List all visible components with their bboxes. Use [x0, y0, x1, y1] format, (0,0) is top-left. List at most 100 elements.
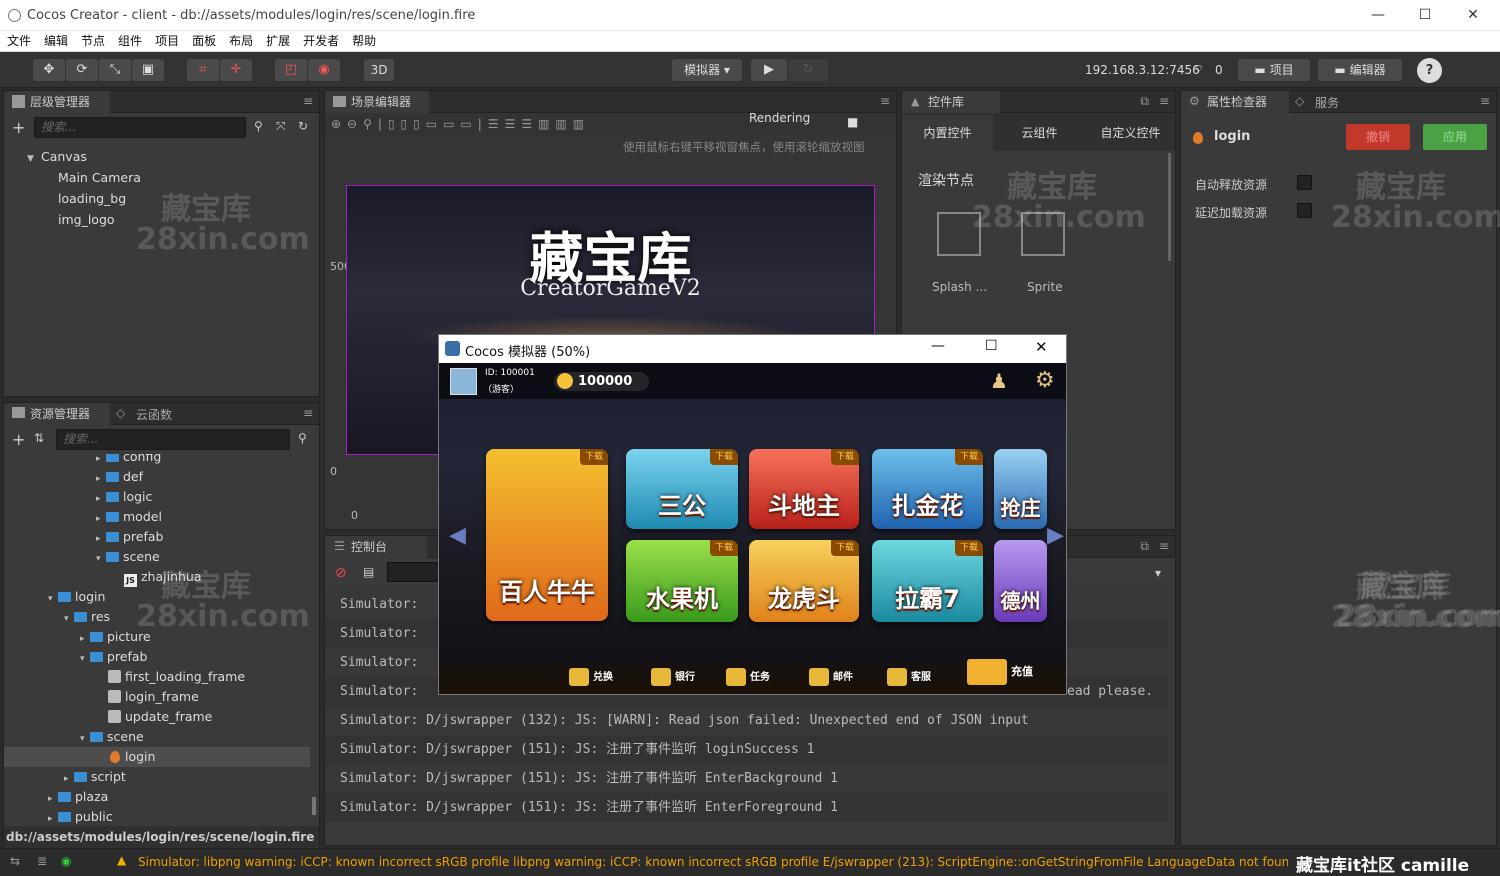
- menu-project[interactable]: 项目: [148, 31, 185, 52]
- hierarchy-search-input[interactable]: 搜索...: [34, 117, 246, 138]
- assets-scrollbar[interactable]: [312, 797, 316, 815]
- exchange-button[interactable]: 兑换: [569, 668, 613, 688]
- sprite-widget-icon[interactable]: [1021, 212, 1065, 256]
- snap-icon[interactable]: ◰: [275, 59, 307, 81]
- asset-folder-prefab[interactable]: ▸ prefab: [96, 527, 164, 547]
- game-tile-qiangzhuang[interactable]: 抢庄: [994, 449, 1047, 529]
- lazy-load-checkbox[interactable]: [1297, 203, 1312, 218]
- 3d-toggle-button[interactable]: 3D: [364, 59, 394, 81]
- game-tile-laba7[interactable]: 下载 拉霸7: [872, 540, 983, 622]
- rect-tool-icon[interactable]: ▣: [132, 59, 164, 81]
- move-tool-icon[interactable]: ✥: [33, 59, 65, 81]
- asset-prefab-login-frame[interactable]: login_frame: [108, 687, 199, 707]
- assets-search-input[interactable]: 搜索...: [56, 429, 290, 450]
- close-button[interactable]: ✕: [1450, 0, 1496, 31]
- game-tile-bairen-niuniu[interactable]: 下载 百人牛牛: [486, 449, 608, 621]
- asset-folder-model[interactable]: ▸ model: [96, 507, 162, 527]
- minimize-button[interactable]: —: [1355, 0, 1401, 31]
- clear-console-icon[interactable]: ⊘: [335, 565, 347, 581]
- asset-prefab-first-loading-frame[interactable]: first_loading_frame: [108, 667, 245, 687]
- asset-folder-scene[interactable]: ▾ scene: [96, 547, 160, 567]
- menu-help[interactable]: 帮助: [345, 31, 382, 52]
- panel-menu-icon[interactable]: ≡: [303, 94, 313, 108]
- menu-component[interactable]: 组件: [111, 31, 148, 52]
- menu-edit[interactable]: 编辑: [37, 31, 74, 52]
- tree-item-canvas[interactable]: ▼ Canvas: [27, 147, 87, 167]
- service-button[interactable]: 客服: [887, 668, 931, 688]
- open-editor-button[interactable]: ▬ 编辑器: [1318, 59, 1402, 81]
- scale-tool-icon[interactable]: ⤡: [99, 59, 131, 81]
- mail-button[interactable]: 邮件: [809, 668, 853, 688]
- asset-folder-picture[interactable]: ▸ picture: [80, 627, 151, 647]
- open-log-icon[interactable]: ▤: [363, 565, 374, 579]
- asset-folder-script[interactable]: ▸ script: [64, 767, 126, 787]
- widget-scrollbar[interactable]: [1168, 153, 1171, 261]
- maximize-button[interactable]: ☐: [1402, 0, 1448, 31]
- simulator-select[interactable]: 模拟器 ▾: [672, 59, 742, 81]
- game-tile-longhudou[interactable]: 下载 龙虎斗: [749, 540, 859, 622]
- asset-folder-config[interactable]: ▸ config: [96, 454, 161, 467]
- tree-item-loading-bg[interactable]: loading_bg: [58, 189, 126, 209]
- asset-folder-public[interactable]: ▸ public: [48, 807, 113, 827]
- menu-developer[interactable]: 开发者: [296, 31, 345, 52]
- panel-menu-icon[interactable]: ≡: [303, 406, 313, 420]
- menu-layout[interactable]: 布局: [222, 31, 259, 52]
- popout-icon[interactable]: ⧉: [1140, 94, 1149, 109]
- play-button[interactable]: ▶: [751, 59, 787, 81]
- panel-menu-icon[interactable]: ≡: [1159, 94, 1169, 108]
- game-tile-dezhou[interactable]: 德州: [994, 540, 1047, 622]
- tree-item-main-camera[interactable]: Main Camera: [58, 168, 141, 188]
- menu-file[interactable]: 文件: [0, 31, 37, 52]
- subtab-builtin[interactable]: 内置控件: [902, 115, 993, 151]
- scroll-left-icon[interactable]: ◀: [449, 523, 466, 548]
- asset-folder-def[interactable]: ▸ def: [96, 467, 143, 487]
- asset-folder-scene-2[interactable]: ▾ scene: [80, 727, 144, 747]
- subtab-cloud[interactable]: 云组件: [994, 115, 1085, 151]
- tree-item-img-logo[interactable]: img_logo: [58, 210, 115, 230]
- scroll-right-icon[interactable]: ▶: [1047, 523, 1064, 548]
- panel-menu-icon[interactable]: ≡: [1480, 94, 1490, 108]
- pivot-icon[interactable]: ⌗: [187, 59, 219, 81]
- asset-scene-login[interactable]: login: [110, 747, 155, 767]
- sim-minimize-button[interactable]: —: [931, 338, 945, 354]
- refresh-button[interactable]: ↻: [788, 59, 828, 81]
- asset-folder-plaza[interactable]: ▸ plaza: [48, 787, 108, 807]
- camera-icon[interactable]: ■: [847, 115, 858, 129]
- avatar[interactable]: [450, 368, 477, 395]
- add-node-icon[interactable]: +: [12, 118, 25, 137]
- open-project-button[interactable]: ▬ 项目: [1238, 59, 1310, 81]
- game-tile-doudizhu[interactable]: 下载 斗地主: [749, 449, 859, 529]
- game-tile-sangong[interactable]: 下载 三公: [626, 449, 738, 529]
- sim-maximize-button[interactable]: ☐: [985, 338, 998, 354]
- scene-align-toolbar[interactable]: ⊕⊖⚲|▯▯▯▭▭▭|☰☰☰▥▥▥: [325, 113, 896, 135]
- add-asset-icon[interactable]: +: [12, 430, 25, 449]
- database-icon[interactable]: ≣: [37, 854, 47, 868]
- asset-js-zhajinhua[interactable]: JS zhajinhua: [124, 567, 202, 587]
- search-icon[interactable]: ⚲: [298, 431, 307, 445]
- tab-cloud-function[interactable]: 云函数: [136, 406, 172, 423]
- asset-folder-prefab-2[interactable]: ▾ prefab: [80, 647, 148, 667]
- gizmo-icon[interactable]: ◉: [308, 59, 340, 81]
- subtab-custom[interactable]: 自定义控件: [1086, 115, 1175, 151]
- sim-close-button[interactable]: ✕: [1035, 338, 1048, 356]
- bank-button[interactable]: 银行: [651, 668, 695, 688]
- asset-folder-login[interactable]: ▾ login: [48, 587, 105, 607]
- collapse-icon[interactable]: ⤧: [276, 119, 286, 134]
- sort-icon[interactable]: ⇅: [34, 431, 44, 445]
- popout-icon[interactable]: ⧉: [1140, 539, 1149, 554]
- customer-icon[interactable]: ♟: [990, 369, 1008, 393]
- menu-extension[interactable]: 扩展: [259, 31, 296, 52]
- refresh-icon[interactable]: ↻: [298, 119, 308, 133]
- local-global-icon[interactable]: ✛: [220, 59, 252, 81]
- console-dropdown-icon[interactable]: ▾: [1155, 566, 1161, 580]
- menu-panel[interactable]: 面板: [185, 31, 222, 52]
- settings-gear-icon[interactable]: ⚙: [1035, 368, 1055, 393]
- preview-eye-icon[interactable]: ◉: [61, 854, 71, 868]
- task-button[interactable]: 任务: [726, 668, 770, 688]
- search-icon[interactable]: ⚲: [254, 119, 263, 133]
- asset-prefab-update-frame[interactable]: update_frame: [108, 707, 212, 727]
- asset-folder-res[interactable]: ▾ res: [64, 607, 110, 627]
- menu-node[interactable]: 节点: [74, 31, 111, 52]
- revert-button[interactable]: 撤销: [1346, 124, 1410, 150]
- splash-widget-icon[interactable]: [937, 212, 981, 256]
